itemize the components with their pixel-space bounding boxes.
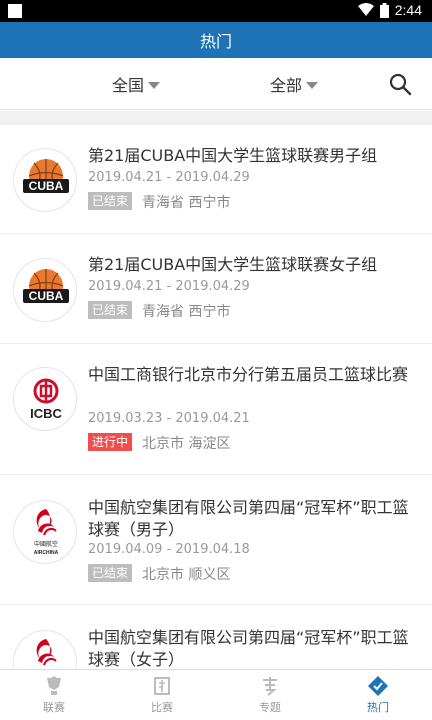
tab-hot[interactable]: 热门	[324, 670, 432, 720]
event-location: 青海省 西宁市	[142, 304, 231, 320]
airchina-logo	[13, 630, 77, 669]
chevron-down-icon	[306, 81, 319, 89]
region-filter[interactable]: 全国	[112, 72, 161, 96]
tab-label: 专题	[259, 701, 281, 714]
event-title: 第21届CUBA中国大学生篮球联赛男子组	[88, 146, 378, 165]
status-badge: 进行中	[88, 433, 133, 451]
event-title: 中国航空集团有限公司第四届“冠军杯”职工篮球赛（男子）	[88, 498, 409, 539]
page-title: 热门	[199, 32, 232, 51]
event-item[interactable]: CUBA 第21届CUBA中国大学生篮球联赛女子组 2019.04.21 - 2…	[0, 234, 432, 344]
cuba-logo-text: CUBA	[29, 289, 64, 303]
cuba-logo-text: CUBA	[29, 179, 64, 193]
chevron-down-icon	[148, 81, 161, 89]
event-location: 青海省 西宁市	[142, 195, 231, 211]
divider	[0, 111, 432, 125]
event-location: 北京市 顺义区	[142, 567, 231, 583]
event-title: 第21届CUBA中国大学生篮球联赛女子组	[88, 255, 378, 274]
event-item[interactable]: 中国航空集团有限公司第四届“冠军杯”职工篮球赛（女子）	[0, 605, 432, 669]
clock: 2:44	[394, 2, 422, 18]
bottom-tab-bar: 联赛 比赛 专题 热门	[0, 669, 432, 720]
search-icon[interactable]	[388, 72, 412, 96]
trophy-icon	[47, 676, 61, 695]
cuba-logo: CUBA	[13, 148, 77, 212]
category-filter[interactable]: 全部	[270, 72, 319, 96]
event-item[interactable]: CUBA 第21届CUBA中国大学生篮球联赛男子组 2019.04.21 - 2…	[0, 125, 432, 234]
event-location: 北京市 海淀区	[142, 436, 231, 452]
status-badge: 已结束	[88, 192, 133, 210]
event-dates: 2019.04.09 - 2019.04.18	[88, 542, 250, 557]
hot-icon	[368, 676, 388, 696]
airchina-logo: 中國航空 AIRCHINA	[13, 500, 77, 564]
tab-match[interactable]: 比赛	[108, 670, 216, 720]
icbc-logo: ICBC	[13, 367, 77, 431]
region-filter-label: 全国	[112, 76, 145, 95]
tab-topic[interactable]: 专题	[216, 670, 324, 720]
app-bar: 热门	[0, 22, 432, 58]
airchina-logo-cn: 中國航空	[34, 540, 58, 548]
filter-bar: 全国 全部	[0, 58, 432, 110]
event-item[interactable]: ICBC 中国工商银行北京市分行第五届员工篮球比赛 2019.03.23 - 2…	[0, 344, 432, 475]
event-dates: 2019.04.21 - 2019.04.29	[88, 170, 250, 185]
event-dates: 2019.04.21 - 2019.04.29	[88, 279, 250, 294]
status-badge: 已结束	[88, 301, 133, 319]
icbc-logo-text: ICBC	[30, 406, 62, 421]
status-badge: 已结束	[88, 564, 133, 582]
event-title: 中国航空集团有限公司第四届“冠军杯”职工篮球赛（女子）	[88, 628, 409, 669]
category-filter-label: 全部	[270, 76, 303, 95]
status-bar: 2:44	[0, 0, 432, 22]
event-item[interactable]: 中國航空 AIRCHINA 中国航空集团有限公司第四届“冠军杯”职工篮球赛（男子…	[0, 475, 432, 605]
event-list: CUBA 第21届CUBA中国大学生篮球联赛男子组 2019.04.21 - 2…	[0, 125, 432, 669]
battery-icon	[379, 2, 389, 18]
match-icon	[154, 677, 170, 695]
tab-label: 热门	[367, 701, 389, 714]
event-title: 中国工商银行北京市分行第五届员工篮球比赛	[88, 365, 409, 384]
cuba-logo: CUBA	[13, 258, 77, 322]
wifi-icon	[357, 3, 374, 16]
topic-icon	[263, 677, 277, 696]
tab-league[interactable]: 联赛	[0, 670, 108, 720]
notification-icon	[8, 4, 22, 18]
tab-label: 联赛	[43, 701, 65, 714]
airchina-logo-text: AIRCHINA	[34, 550, 59, 556]
tab-label: 比赛	[151, 701, 173, 714]
event-dates: 2019.03.23 - 2019.04.21	[88, 411, 250, 426]
